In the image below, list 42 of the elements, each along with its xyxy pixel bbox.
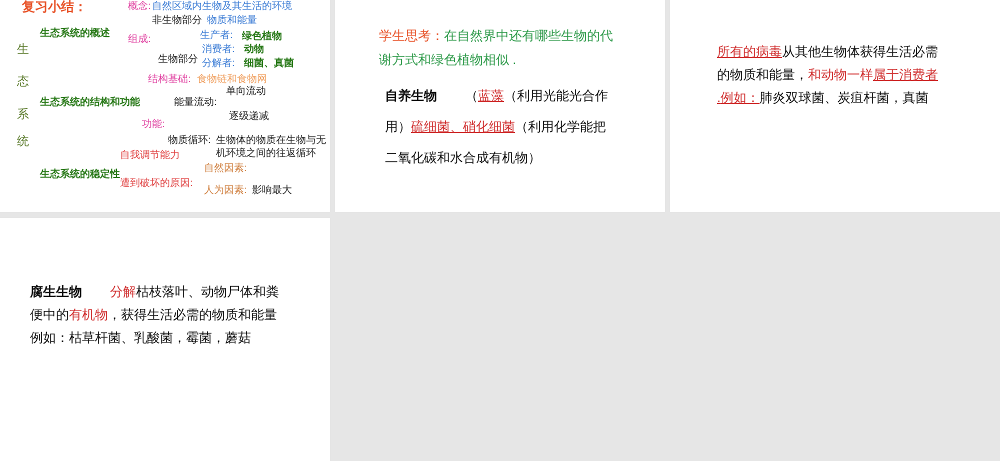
- paragraph-text: 例如：枯草杆菌、乳酸菌，霉菌，蘑菇: [30, 329, 252, 347]
- slide-thumbnail[interactable]: 学生思考：在自然界中还有哪些生物的代谢方式和绿色植物相似 . 自养生物 （蓝藻（利用光能光合作用）硫细菌、硝化细菌（利用化学能把二氧化碳和水合成有机物）: [335, 0, 665, 212]
- mindmap-character: 系: [17, 107, 29, 122]
- mindmap-label: 能量流动:: [174, 97, 217, 110]
- mindmap-label: 单向流动: [226, 86, 266, 98]
- mindmap-label: 概念:: [128, 1, 151, 14]
- mindmap-heading: 生态系统的稳定性: [40, 169, 120, 182]
- mindmap-label: 生产者:: [200, 30, 233, 42]
- mindmap-label: 逐级递减: [229, 111, 269, 124]
- mindmap-label: 物质循环:: [168, 135, 211, 148]
- slide-title: 复习小结：: [22, 0, 87, 13]
- mindmap-label: 人为因素:: [204, 185, 247, 198]
- mindmap-heading: 生态系统的概述: [40, 28, 110, 40]
- mindmap-label: 生物体的物质在生物与无机环境之间的往返循环: [216, 135, 327, 160]
- mindmap-label: 物质和能量: [207, 15, 257, 28]
- mindmap-label: 组成:: [128, 34, 151, 46]
- mindmap-character: 生: [17, 42, 29, 57]
- mindmap-label: 消费者:: [202, 44, 235, 56]
- mindmap-heading: 细菌、真菌: [244, 58, 294, 70]
- paragraph-text: 学生思考：在自然界中还有哪些生物的代谢方式和绿色植物相似 .: [379, 27, 614, 69]
- slide-thumbnail[interactable]: [0, 0, 330, 212]
- mindmap-character: 态: [17, 74, 29, 89]
- mindmap-heading: 绿色植物: [242, 31, 282, 44]
- mindmap-label: 自然区域内生物及其生活的环境: [152, 1, 292, 14]
- mindmap-label: 自我调节能力: [120, 150, 180, 162]
- paragraph-text: 所有的病毒从其他生物体获得生活必需的物质和能量，和动物一样属于消费者 .例如：肺炎双球菌、炭疽杆菌，真菌: [717, 43, 939, 107]
- mindmap-heading: 动物: [244, 44, 264, 56]
- mindmap-label: 影响最大: [252, 185, 292, 198]
- paragraph-text: 腐生生物 分解枯枝落叶、动物尸体和粪便中的有机物，获得生活必需的物质和能量: [30, 283, 280, 324]
- slide-thumbnail[interactable]: 腐生生物 分解枯枝落叶、动物尸体和粪便中的有机物，获得生活必需的物质和能量 例如：枯草杆菌、乳酸菌，霉菌，蘑菇: [0, 218, 330, 461]
- mindmap-label: 功能:: [142, 119, 165, 132]
- mindmap-label: 非生物部分: [152, 15, 202, 28]
- paragraph-text: 自养生物 （蓝藻（利用光能光合作用）硫细菌、硝化细菌（利用化学能把二氧化碳和水合成有机物）: [384, 87, 609, 167]
- mindmap-label: 食物链和食物网: [197, 74, 267, 86]
- mindmap-label: 结构基础:: [148, 74, 191, 86]
- mindmap-character: 统: [17, 134, 29, 149]
- mindmap-label: 自然因素:: [204, 163, 247, 176]
- mindmap-label: 遭到破坏的原因:: [120, 178, 193, 190]
- mindmap-label: 分解者:: [202, 58, 235, 70]
- slide-thumbnail[interactable]: 所有的病毒从其他生物体获得生活必需的物质和能量，和动物一样属于消费者 .例如：肺炎双球菌、炭疽杆菌，真菌: [670, 0, 1000, 212]
- mindmap-heading: 生态系统的结构和功能: [40, 97, 140, 110]
- mindmap-label: 生物部分: [158, 54, 198, 66]
